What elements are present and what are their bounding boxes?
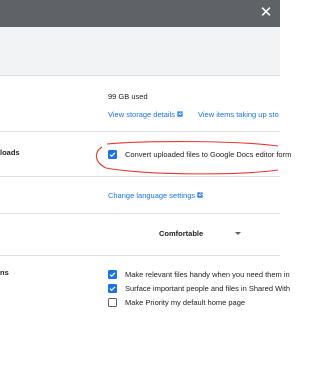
suggestion-checkbox-shared-with-me[interactable] <box>108 284 117 293</box>
density-dropdown[interactable]: Comfortable <box>108 226 250 242</box>
external-link-icon <box>177 111 183 117</box>
section-divider <box>0 213 280 214</box>
view-storage-details-label: View storage details <box>108 110 175 119</box>
close-icon[interactable]: ✕ <box>258 4 274 22</box>
suggestion-label-shared-with-me: Surface important people and files in Sh… <box>125 284 291 293</box>
suggestion-label-priority-home: Make Priority my default home page <box>125 298 246 307</box>
change-language-label: Change language settings <box>108 191 196 200</box>
change-language-link[interactable]: Change language settings <box>108 191 203 201</box>
settings-header <box>0 27 280 76</box>
suggestions-section-label: ns <box>0 268 9 277</box>
storage-used-text: 99 GB used <box>108 92 148 101</box>
external-link-icon <box>197 192 203 198</box>
suggestion-checkbox-priority-home[interactable] <box>108 298 117 307</box>
section-divider <box>0 255 280 256</box>
checkmark-icon <box>109 152 116 158</box>
density-selected-value: Comfortable <box>159 229 204 238</box>
suggestion-label-relevant-files: Make relevant files handy when you need … <box>125 270 290 279</box>
convert-uploads-checkbox-label: Convert uploaded files to Google Docs ed… <box>125 150 292 159</box>
chevron-down-icon <box>235 232 241 235</box>
window-titlebar: ✕ <box>0 0 280 27</box>
view-large-items-link[interactable]: View items taking up sto <box>198 110 279 120</box>
convert-uploads-checkbox[interactable] <box>108 150 117 159</box>
view-storage-details-link[interactable]: View storage details <box>108 110 183 120</box>
checkmark-icon <box>109 286 116 292</box>
suggestion-checkbox-relevant-files[interactable] <box>108 270 117 279</box>
section-divider <box>0 176 280 177</box>
section-divider <box>0 131 280 132</box>
convert-uploads-section-label: loads <box>0 148 20 157</box>
checkmark-icon <box>109 272 116 278</box>
